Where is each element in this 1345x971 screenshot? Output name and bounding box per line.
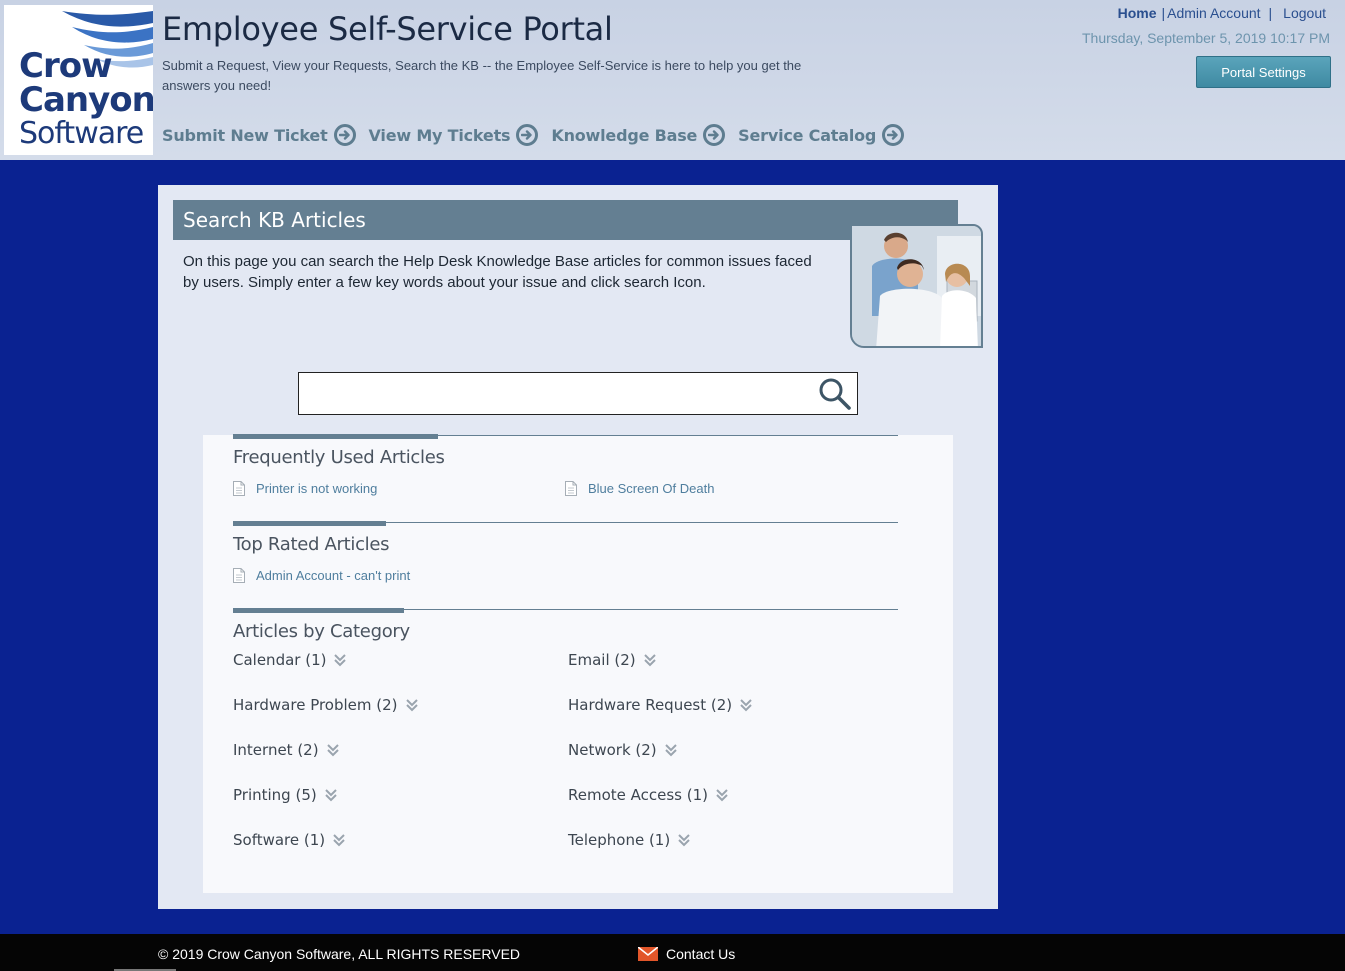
page-subtitle: Submit a Request, View your Requests, Se… xyxy=(162,58,802,93)
separator: | xyxy=(1268,5,1273,21)
logo-line-canyon: Canyon xyxy=(19,80,153,120)
nav-label: Submit New Ticket xyxy=(162,125,328,145)
copyright-text: © 2019 Crow Canyon Software, ALL RIGHTS … xyxy=(158,946,521,962)
section-title: Articles by Category xyxy=(233,621,410,642)
category-label: Calendar (1) xyxy=(233,651,327,669)
category-label: Email (2) xyxy=(568,651,636,669)
category-link[interactable]: Printing (5) xyxy=(233,786,338,804)
chevron-double-down-icon[interactable] xyxy=(739,697,753,713)
chevron-double-down-icon[interactable] xyxy=(677,832,691,848)
kb-search-box xyxy=(298,372,858,415)
article-link[interactable]: Admin Account - can't print xyxy=(233,568,410,583)
article-title: Blue Screen Of Death xyxy=(588,481,715,496)
chevron-double-down-icon[interactable] xyxy=(326,742,340,758)
kb-panel: Search KB Articles On this page you can … xyxy=(158,185,998,909)
category-label: Hardware Problem (2) xyxy=(233,696,398,714)
category-link[interactable]: Hardware Request (2) xyxy=(568,696,753,714)
category-link[interactable]: Internet (2) xyxy=(233,741,340,759)
nav-service-catalog[interactable]: Service Catalog xyxy=(738,124,905,146)
nav-label: View My Tickets xyxy=(368,125,511,145)
category-label: Telephone (1) xyxy=(568,831,671,849)
admin-account-link[interactable]: Admin Account xyxy=(1167,5,1260,21)
section-accent-bar xyxy=(233,521,386,526)
top-links: Home | Admin Account | Logout xyxy=(1118,5,1326,21)
arrow-right-circle-icon xyxy=(516,124,539,146)
nav-knowledge-base[interactable]: Knowledge Base xyxy=(551,124,726,146)
category-link[interactable]: Remote Access (1) xyxy=(568,786,729,804)
logo-line-software: Software xyxy=(19,116,144,151)
article-link[interactable]: Printer is not working xyxy=(233,481,377,496)
nav-label: Service Catalog xyxy=(738,125,877,145)
nav-submit-new-ticket[interactable]: Submit New Ticket xyxy=(162,124,356,146)
article-link[interactable]: Blue Screen Of Death xyxy=(565,481,714,496)
logo-line-crow: Crow xyxy=(19,46,112,86)
category-link[interactable]: Calendar (1) xyxy=(233,651,347,669)
logo-wordmark: Crow Canyon Software xyxy=(19,49,153,151)
main-nav: Submit New Ticket View My Tickets Knowle… xyxy=(162,124,917,146)
page-title: Employee Self-Service Portal xyxy=(162,10,613,48)
chevron-double-down-icon[interactable] xyxy=(332,832,346,848)
search-icon[interactable] xyxy=(818,377,852,411)
document-icon xyxy=(565,481,577,496)
chevron-double-down-icon[interactable] xyxy=(405,697,419,713)
arrow-right-circle-icon xyxy=(703,124,726,146)
section-title: Frequently Used Articles xyxy=(233,447,445,468)
nav-view-my-tickets[interactable]: View My Tickets xyxy=(369,124,539,146)
kb-content: Frequently Used Articles Printer is not … xyxy=(203,434,953,893)
portal-settings-button[interactable]: Portal Settings xyxy=(1196,56,1331,88)
team-photo-illustration xyxy=(852,226,981,346)
chevron-double-down-icon[interactable] xyxy=(324,787,338,803)
category-label: Internet (2) xyxy=(233,741,319,759)
category-link[interactable]: Telephone (1) xyxy=(568,831,691,849)
team-photo xyxy=(850,224,983,348)
section-accent-bar xyxy=(233,434,438,439)
category-label: Software (1) xyxy=(233,831,326,849)
chevron-double-down-icon[interactable] xyxy=(333,652,347,668)
page-footer: © 2019 Crow Canyon Software, ALL RIGHTS … xyxy=(0,934,1345,971)
portal-header: Crow Canyon Software Employee Self-Servi… xyxy=(0,0,1345,160)
section-title: Top Rated Articles xyxy=(233,534,390,555)
kb-description: On this page you can search the Help Des… xyxy=(183,253,812,291)
kb-title-bar: Search KB Articles xyxy=(173,200,958,240)
category-link[interactable]: Email (2) xyxy=(568,651,657,669)
category-label: Network (2) xyxy=(568,741,657,759)
mail-icon xyxy=(638,947,658,961)
logout-link[interactable]: Logout xyxy=(1283,5,1326,21)
chevron-double-down-icon[interactable] xyxy=(715,787,729,803)
categories-section: Articles by Category Calendar (1) Email (… xyxy=(233,608,898,879)
document-icon xyxy=(233,481,245,496)
category-link[interactable]: Network (2) xyxy=(568,741,678,759)
current-datetime: Thursday, September 5, 2019 10:17 PM xyxy=(1082,30,1330,46)
category-label: Remote Access (1) xyxy=(568,786,709,804)
section-accent-bar xyxy=(233,608,404,613)
home-link[interactable]: Home xyxy=(1118,5,1157,21)
kb-search-input[interactable] xyxy=(303,377,807,412)
category-link[interactable]: Hardware Problem (2) xyxy=(233,696,419,714)
category-label: Hardware Request (2) xyxy=(568,696,733,714)
arrow-right-circle-icon xyxy=(333,124,356,146)
nav-label: Knowledge Base xyxy=(551,125,698,145)
article-title: Admin Account - can't print xyxy=(256,568,411,583)
category-link[interactable]: Software (1) xyxy=(233,831,346,849)
separator: | xyxy=(1161,5,1166,21)
contact-us-label: Contact Us xyxy=(666,946,736,962)
kb-title: Search KB Articles xyxy=(183,208,366,232)
chevron-double-down-icon[interactable] xyxy=(643,652,657,668)
document-icon xyxy=(233,568,245,583)
arrow-right-circle-icon xyxy=(882,124,905,146)
company-logo[interactable]: Crow Canyon Software xyxy=(4,5,153,155)
chevron-double-down-icon[interactable] xyxy=(664,742,678,758)
category-label: Printing (5) xyxy=(233,786,317,804)
article-title: Printer is not working xyxy=(256,481,378,496)
contact-us-link[interactable]: Contact Us xyxy=(638,946,735,962)
